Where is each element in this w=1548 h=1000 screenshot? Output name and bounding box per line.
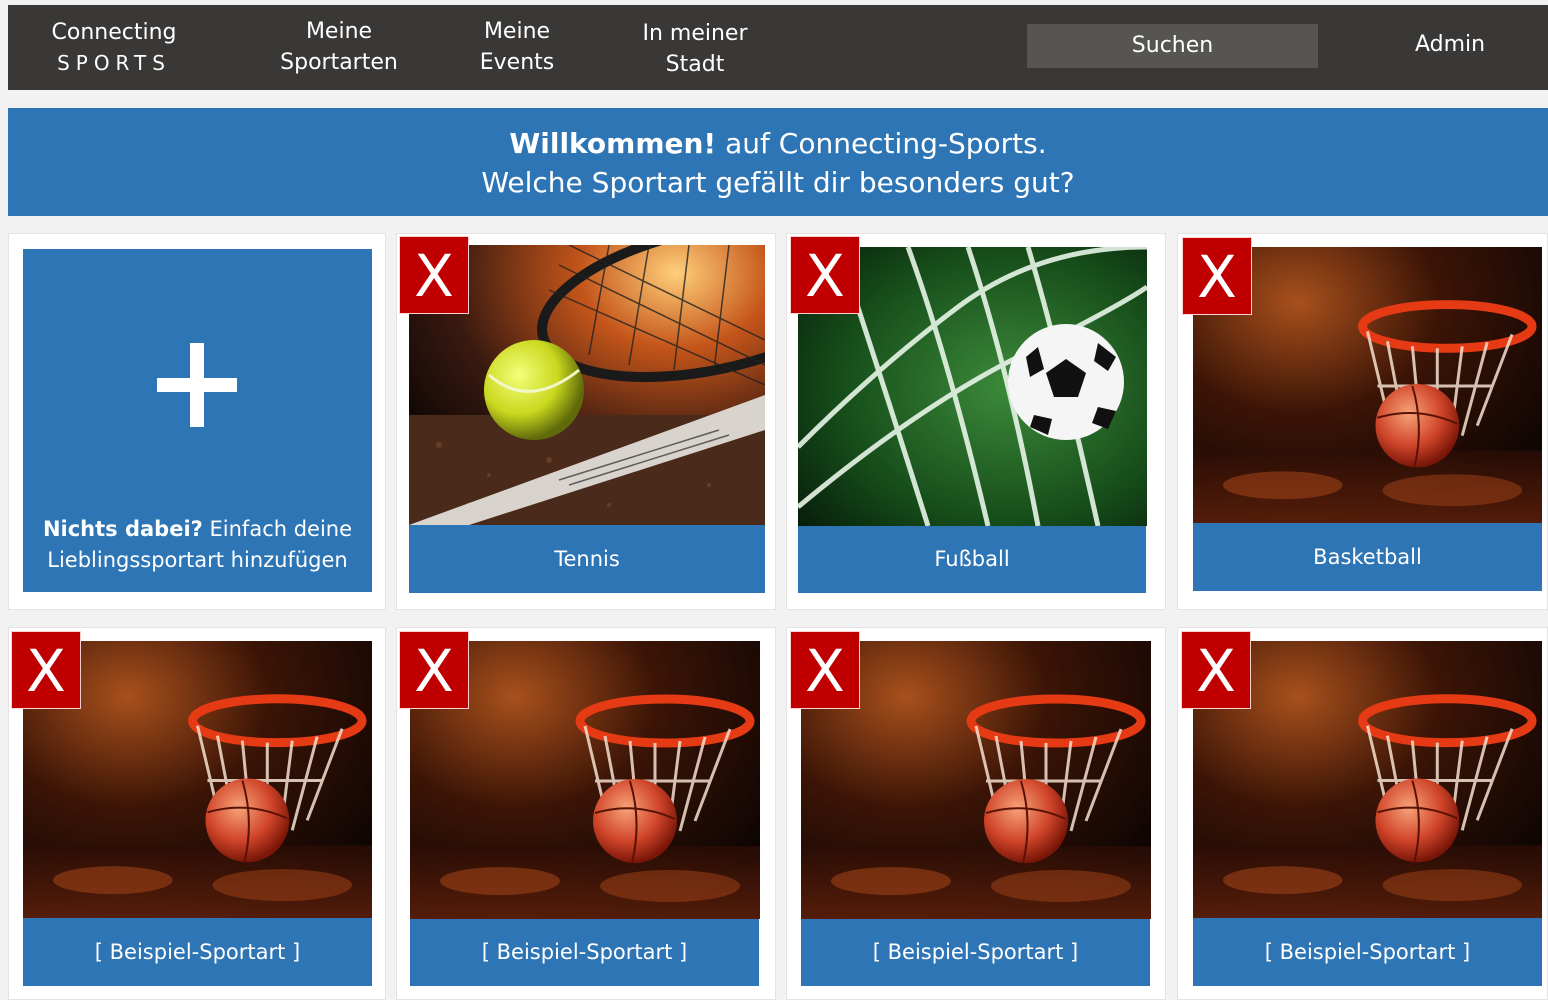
plus-icon [157, 343, 237, 427]
remove-basketball-button[interactable]: X [1182, 237, 1252, 315]
remove-fussball-button[interactable]: X [790, 236, 860, 314]
brand-line2: SPORTS [57, 51, 171, 75]
add-sport-text: Nichts dabei? Einfach deine Lieblingsspo… [23, 514, 372, 576]
remove-example-2-button[interactable]: X [399, 631, 469, 709]
nav-my-sports[interactable]: Meine Sportarten [264, 16, 414, 78]
sport-label-example-3[interactable]: [ Beispiel-Sportart ] [801, 919, 1150, 986]
nav-my-sports-line2: Sportarten [280, 50, 398, 75]
add-sport-rest: Einfach deine [202, 517, 353, 541]
remove-example-4-button[interactable]: X [1181, 631, 1251, 709]
sport-label-example-1[interactable]: [ Beispiel-Sportart ] [23, 918, 372, 986]
admin-link[interactable]: Admin [1388, 32, 1512, 57]
sport-label-example-2[interactable]: [ Beispiel-Sportart ] [410, 919, 759, 986]
brand-line1: Connecting [51, 20, 177, 45]
nav-in-my-city[interactable]: In meiner Stadt [620, 18, 770, 80]
add-sport-button[interactable]: Nichts dabei? Einfach deine Lieblingsspo… [23, 249, 372, 592]
remove-tennis-button[interactable]: X [399, 236, 469, 314]
welcome-banner: Willkommen! auf Connecting-Sports. Welch… [8, 108, 1548, 216]
nav-in-my-city-line1: In meiner [642, 21, 748, 46]
sport-label-basketball[interactable]: Basketball [1193, 523, 1542, 591]
add-sport-line2: Lieblingssportart hinzufügen [47, 548, 348, 572]
search-button[interactable]: Suchen [1027, 24, 1318, 68]
nav-my-events[interactable]: Meine Events [452, 16, 582, 78]
remove-example-3-button[interactable]: X [790, 631, 860, 709]
nav-my-events-line1: Meine [483, 19, 551, 44]
welcome-line2: Welche Sportart gefällt dir besonders gu… [481, 166, 1075, 199]
welcome-line1: Willkommen! auf Connecting-Sports. [8, 124, 1548, 163]
sport-label-fussball[interactable]: Fußball [798, 526, 1146, 593]
top-navigation: Connecting SPORTS Meine Sportarten Meine… [8, 5, 1548, 90]
nav-my-events-line2: Events [479, 50, 555, 75]
add-sport-bold: Nichts dabei? [42, 517, 203, 541]
nav-in-my-city-line2: Stadt [665, 52, 725, 77]
brand-logo[interactable]: Connecting SPORTS [28, 17, 200, 79]
sport-label-tennis[interactable]: Tennis [409, 525, 765, 593]
sport-label-example-4[interactable]: [ Beispiel-Sportart ] [1193, 918, 1542, 986]
nav-my-sports-line1: Meine [305, 19, 373, 44]
welcome-line1-rest: auf Connecting-Sports. [716, 127, 1047, 160]
remove-example-1-button[interactable]: X [11, 631, 81, 709]
welcome-bold: Willkommen! [509, 127, 717, 160]
